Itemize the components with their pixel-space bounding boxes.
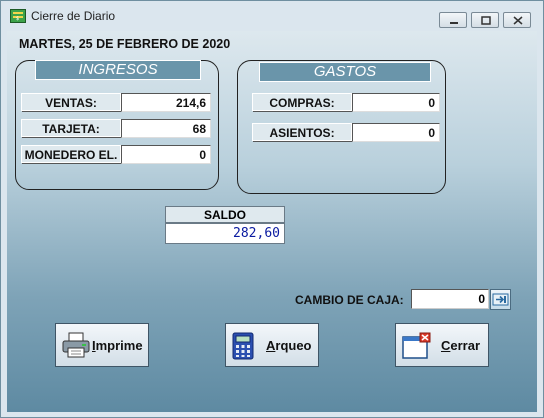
- printer-icon: [62, 332, 90, 358]
- app-icon: $: [10, 9, 26, 23]
- arqueo-label: Arqueo: [266, 338, 312, 353]
- tarjeta-label: TARJETA:: [21, 119, 121, 137]
- asientos-field[interactable]: 0: [352, 123, 440, 142]
- ventas-field[interactable]: 214,6: [121, 93, 211, 112]
- ingresos-header: INGRESOS: [35, 60, 201, 80]
- cambio-caja-field[interactable]: 0: [411, 289, 489, 309]
- minimize-button[interactable]: [439, 12, 467, 28]
- title-bar[interactable]: $ Cierre de Diario: [1, 1, 543, 31]
- maximize-button[interactable]: [471, 12, 499, 28]
- cerrar-button[interactable]: Cerrar: [395, 323, 489, 367]
- compras-label: COMPRAS:: [252, 93, 352, 111]
- close-icon: [513, 16, 523, 25]
- saldo-value: 282,60: [165, 223, 285, 244]
- gastos-header: GASTOS: [259, 62, 431, 82]
- monedero-field[interactable]: 0: [121, 145, 211, 164]
- form-body: MARTES, 25 DE FEBRERO DE 2020 INGRESOS V…: [7, 31, 537, 412]
- close-button[interactable]: [503, 12, 531, 28]
- cierre-diario-window: $ Cierre de Diario MARTES, 25 DE FEBRERO…: [0, 0, 544, 418]
- maximize-icon: [481, 16, 491, 25]
- asientos-label: ASIENTOS:: [252, 123, 352, 141]
- enter-arrow-icon: [492, 293, 509, 306]
- close-window-icon: [402, 332, 431, 359]
- cambio-caja-label: CAMBIO DE CAJA:: [295, 293, 404, 307]
- arqueo-button[interactable]: Arqueo: [225, 323, 319, 367]
- saldo-label: SALDO: [165, 206, 285, 223]
- imprime-label: Imprime: [92, 338, 143, 353]
- calculator-icon: [232, 332, 254, 360]
- imprime-button[interactable]: Imprime: [55, 323, 149, 367]
- cambio-caja-button[interactable]: [490, 289, 511, 310]
- date-label: MARTES, 25 DE FEBRERO DE 2020: [19, 37, 231, 51]
- cerrar-label: Cerrar: [441, 338, 481, 353]
- window-title: Cierre de Diario: [31, 9, 116, 23]
- compras-field[interactable]: 0: [352, 93, 440, 112]
- tarjeta-field[interactable]: 68: [121, 119, 211, 138]
- ventas-label: VENTAS:: [21, 93, 121, 111]
- monedero-label: MONEDERO EL.: [21, 145, 121, 163]
- svg-text:$: $: [16, 16, 19, 22]
- minimize-icon: [450, 22, 458, 24]
